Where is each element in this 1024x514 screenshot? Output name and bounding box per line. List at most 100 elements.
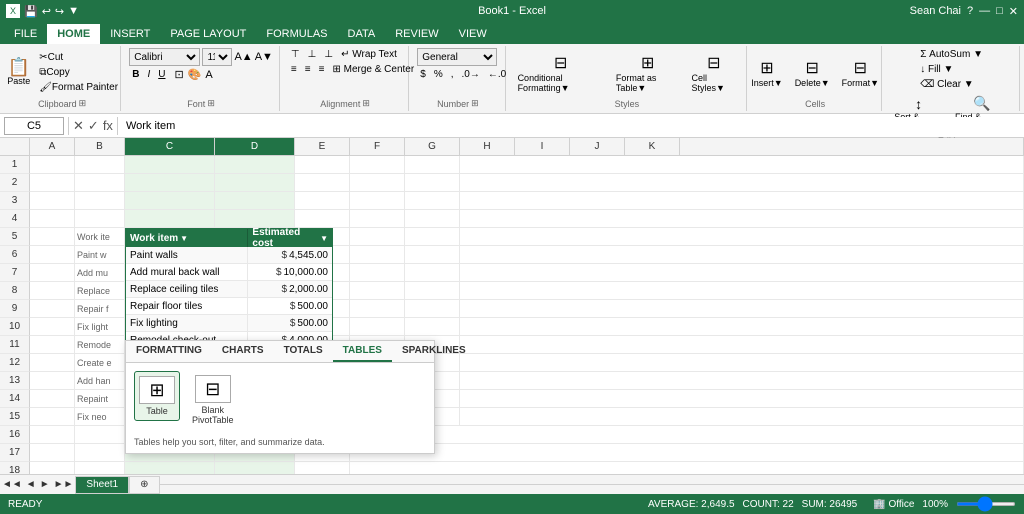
col-header-k[interactable]: K: [625, 138, 680, 155]
increase-font-button[interactable]: A▲: [234, 51, 252, 63]
confirm-formula-icon[interactable]: ✓: [88, 118, 99, 134]
qa-tab-tables[interactable]: TABLES: [333, 341, 392, 362]
decrease-font-button[interactable]: A▼: [255, 51, 273, 63]
cell-f5[interactable]: [350, 228, 405, 246]
cell-a18[interactable]: [30, 462, 75, 474]
qa-tab-sparklines[interactable]: SPARKLINES: [392, 341, 476, 362]
cell-f1[interactable]: [350, 156, 405, 174]
sheet-scroll-next-icon[interactable]: ►: [38, 479, 52, 490]
list-item[interactable]: Fix lighting $500.00: [126, 315, 332, 332]
sheet-tab-sheet1[interactable]: Sheet1: [75, 476, 129, 494]
cell-b16[interactable]: [75, 426, 125, 444]
cell-b15[interactable]: Fix neo: [75, 408, 125, 426]
sheet-scroll-prev-icon[interactable]: ◄: [24, 479, 38, 490]
qa-tab-formatting[interactable]: FORMATTING: [126, 341, 212, 362]
cell-b4[interactable]: [75, 210, 125, 228]
qa-item-table[interactable]: ⊞ Table: [134, 371, 180, 421]
list-item[interactable]: Replace ceiling tiles $2,000.00: [126, 281, 332, 298]
cell-f6[interactable]: [350, 246, 405, 264]
number-format-select[interactable]: General: [417, 48, 497, 66]
cell-b13[interactable]: Add han: [75, 372, 125, 390]
insert-function-icon[interactable]: fx: [103, 118, 113, 133]
decrease-decimal-button[interactable]: ←.0: [485, 68, 509, 81]
cell-c2[interactable]: [125, 174, 215, 192]
cell-a11[interactable]: [30, 336, 75, 354]
cell-d18[interactable]: [215, 462, 295, 474]
cell-f3[interactable]: [350, 192, 405, 210]
formula-input[interactable]: [122, 117, 1020, 135]
align-left-button[interactable]: ≡: [288, 63, 300, 76]
cell-a9[interactable]: [30, 300, 75, 318]
qa-tab-totals[interactable]: TOTALS: [274, 341, 333, 362]
comma-button[interactable]: ,: [448, 68, 457, 81]
cell-c1[interactable]: [125, 156, 215, 174]
tab-home[interactable]: HOME: [47, 24, 100, 44]
cell-b17[interactable]: [75, 444, 125, 462]
font-color-button[interactable]: A: [205, 69, 212, 81]
cell-g7[interactable]: [405, 264, 460, 282]
cell-a7[interactable]: [30, 264, 75, 282]
border-button[interactable]: ⊡: [174, 68, 183, 81]
tab-file[interactable]: FILE: [4, 24, 47, 44]
cell-b9[interactable]: Repair f: [75, 300, 125, 318]
col-header-b[interactable]: B: [75, 138, 125, 155]
cell-b2[interactable]: [75, 174, 125, 192]
autosum-button[interactable]: Σ AutoSum ▼: [917, 48, 986, 61]
fill-color-button[interactable]: 🎨: [188, 68, 202, 81]
col-header-e[interactable]: E: [295, 138, 350, 155]
cell-f10[interactable]: [350, 318, 405, 336]
cell-g4[interactable]: [405, 210, 460, 228]
cell-a5[interactable]: [30, 228, 75, 246]
delete-cells-button[interactable]: ⊟ Delete▼: [791, 56, 834, 90]
zoom-slider[interactable]: [956, 502, 1016, 506]
italic-button[interactable]: I: [144, 68, 153, 81]
help-button[interactable]: ?: [967, 5, 973, 17]
cell-g5[interactable]: [405, 228, 460, 246]
cell-f4[interactable]: [350, 210, 405, 228]
qa-item-pivottable[interactable]: ⊟ Blank PivotTable: [188, 371, 238, 429]
cell-a16[interactable]: [30, 426, 75, 444]
col-header-j[interactable]: J: [570, 138, 625, 155]
table-header-cost[interactable]: Estimated cost ▼: [248, 229, 332, 247]
work-item-dropdown-icon[interactable]: ▼: [180, 234, 188, 243]
clear-button[interactable]: ⌫ Clear ▼: [917, 78, 986, 91]
paste-button[interactable]: 📋 Paste: [3, 56, 34, 88]
tab-page-layout[interactable]: PAGE LAYOUT: [160, 24, 256, 44]
merge-center-button[interactable]: ⊞ Merge & Center: [329, 63, 417, 76]
list-item[interactable]: Paint walls $4,545.00: [126, 247, 332, 264]
qa-tab-charts[interactable]: CHARTS: [212, 341, 274, 362]
cell-f7[interactable]: [350, 264, 405, 282]
cell-b5[interactable]: Work ite: [75, 228, 125, 246]
cell-d2[interactable]: [215, 174, 295, 192]
col-header-i[interactable]: I: [515, 138, 570, 155]
cell-d1[interactable]: [215, 156, 295, 174]
quick-access-undo[interactable]: ↩: [42, 5, 51, 18]
cell-f9[interactable]: [350, 300, 405, 318]
minimize-button[interactable]: —: [979, 5, 990, 17]
format-cells-button[interactable]: ⊟ Format▼: [838, 56, 883, 90]
cell-c3[interactable]: [125, 192, 215, 210]
col-header-c[interactable]: C: [125, 138, 215, 155]
cell-g8[interactable]: [405, 282, 460, 300]
cell-a2[interactable]: [30, 174, 75, 192]
cell-g1[interactable]: [405, 156, 460, 174]
percent-button[interactable]: %: [431, 68, 446, 81]
cell-b11[interactable]: Remode: [75, 336, 125, 354]
currency-button[interactable]: $: [417, 68, 429, 81]
font-name-select[interactable]: Calibri: [129, 48, 200, 66]
underline-button[interactable]: U: [155, 68, 168, 81]
quick-access-save[interactable]: 💾: [24, 5, 38, 18]
quick-access-redo[interactable]: ↪: [55, 5, 64, 18]
cell-styles-button[interactable]: ⊟ Cell Styles▼: [687, 51, 740, 95]
cell-a10[interactable]: [30, 318, 75, 336]
tab-review[interactable]: REVIEW: [385, 24, 448, 44]
bold-button[interactable]: B: [129, 68, 142, 81]
cell-b1[interactable]: [75, 156, 125, 174]
cell-d4[interactable]: [215, 210, 295, 228]
list-item[interactable]: Add mural back wall $10,000.00: [126, 264, 332, 281]
cell-f8[interactable]: [350, 282, 405, 300]
cell-g3[interactable]: [405, 192, 460, 210]
cut-button[interactable]: ✂ Cut: [36, 51, 121, 64]
wrap-text-button[interactable]: ↵ Wrap Text: [338, 48, 400, 61]
cell-e1[interactable]: [295, 156, 350, 174]
